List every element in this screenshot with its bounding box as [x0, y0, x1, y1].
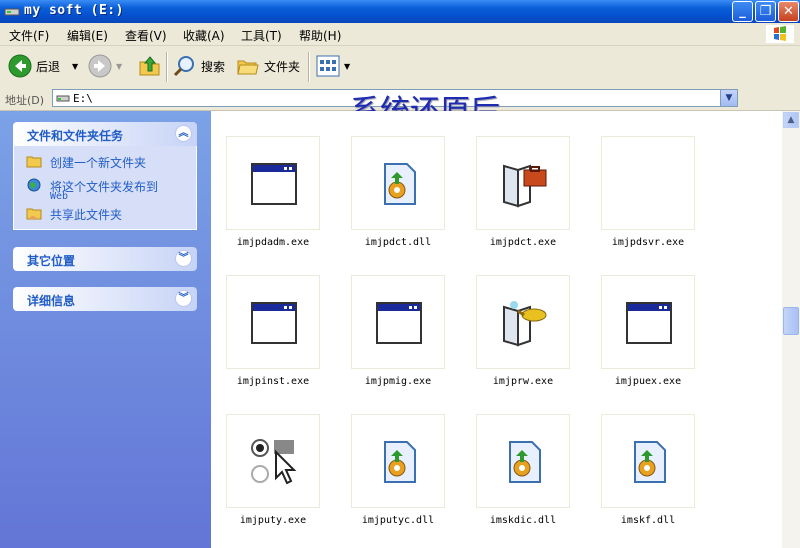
search-label: 搜索 — [201, 59, 226, 74]
window-title: my soft (E:) — [24, 3, 124, 18]
file-tile[interactable] — [601, 275, 695, 369]
forward-button[interactable]: ▼ — [88, 54, 122, 78]
share-folder-icon — [26, 208, 42, 220]
task-sublabel: Web — [50, 191, 69, 202]
file-name: imjpdct.exe — [489, 237, 557, 248]
forward-dropdown-icon[interactable]: ▼ — [116, 62, 122, 71]
minimize-button[interactable]: _ — [732, 1, 753, 22]
dll-gear-icon — [509, 441, 541, 483]
scroll-thumb[interactable] — [783, 307, 799, 335]
file-tile[interactable] — [476, 136, 570, 230]
file-name: imjprw.exe — [492, 376, 554, 387]
file-tile[interactable] — [226, 275, 320, 369]
file-tile[interactable] — [351, 275, 445, 369]
lamp-book-icon — [503, 301, 547, 347]
panel-title: 文件和文件夹任务 — [27, 129, 124, 143]
views-grid-icon — [316, 55, 340, 77]
expand-chevron-icon[interactable]: ︾ — [175, 290, 192, 307]
file-tile[interactable] — [226, 136, 320, 230]
file-name: imskf.dll — [620, 515, 676, 526]
panel-title: 其它位置 — [27, 254, 76, 268]
address-label: 地址(D) — [5, 94, 45, 107]
menu-edit[interactable]: 编辑(E) — [67, 27, 108, 44]
folders-button[interactable]: 文件夹 — [236, 54, 300, 78]
task-share-folder[interactable]: 共享此文件夹 — [14, 202, 196, 226]
scroll-up-button[interactable]: ▲ — [783, 112, 799, 128]
menu-file[interactable]: 文件(F) — [9, 27, 49, 44]
file-name: imjpinst.exe — [236, 376, 310, 387]
application-window-icon — [626, 302, 672, 344]
views-button[interactable]: ▼ — [316, 55, 350, 77]
back-arrow-icon — [8, 54, 32, 78]
file-tile[interactable] — [351, 414, 445, 508]
expand-chevron-icon[interactable]: ︾ — [175, 250, 192, 267]
details-panel: 详细信息 ︾ — [13, 287, 197, 311]
task-label: 共享此文件夹 — [50, 208, 123, 222]
toolbar-separator — [166, 52, 168, 82]
file-tile[interactable] — [601, 136, 695, 230]
panel-header[interactable]: 文件和文件夹任务 ︽ — [13, 122, 197, 146]
toolbar: 后退 ▼ ▼ 搜索 文件夹 ▼ — [0, 46, 800, 89]
globe-icon — [27, 178, 41, 192]
file-name: imjpdadm.exe — [236, 237, 310, 248]
file-tile[interactable] — [351, 136, 445, 230]
task-new-folder[interactable]: 创建一个新文件夹 — [14, 150, 196, 174]
file-name: imjpdct.dll — [364, 237, 432, 248]
panel-header[interactable]: 其它位置 ︾ — [13, 247, 197, 271]
new-folder-icon — [26, 156, 42, 168]
file-tile[interactable] — [601, 414, 695, 508]
folders-icon — [237, 60, 259, 75]
dll-gear-icon — [384, 441, 416, 483]
file-name: imjputyc.dll — [361, 515, 435, 526]
search-button[interactable]: 搜索 — [173, 54, 225, 78]
application-window-icon — [251, 163, 297, 205]
windows-logo-icon — [766, 25, 794, 43]
panel-title: 详细信息 — [27, 294, 76, 308]
file-name: imskdic.dll — [489, 515, 557, 526]
dll-gear-icon — [634, 441, 666, 483]
views-dropdown-icon[interactable]: ▼ — [344, 62, 350, 71]
menu-bar: 文件(F) 编辑(E) 查看(V) 收藏(A) 工具(T) 帮助(H) — [0, 23, 800, 46]
maximize-button[interactable]: ❐ — [755, 1, 776, 22]
application-window-icon — [376, 302, 422, 344]
menu-favorites[interactable]: 收藏(A) — [183, 27, 225, 44]
briefcase-book-icon — [503, 164, 547, 208]
file-tile[interactable] — [476, 275, 570, 369]
application-window-icon — [251, 302, 297, 344]
menu-view[interactable]: 查看(V) — [125, 27, 167, 44]
file-name: imjputy.exe — [239, 515, 307, 526]
task-pane: 文件和文件夹任务 ︽ 创建一个新文件夹 将这个文件夹发布到 Web 共享此文件夹… — [0, 111, 211, 548]
task-label: 创建一个新文件夹 — [50, 156, 147, 170]
file-tile[interactable] — [226, 414, 320, 508]
address-dropdown-icon[interactable]: ▼ — [720, 90, 737, 106]
file-tile[interactable] — [476, 414, 570, 508]
file-name: imjpmig.exe — [364, 376, 432, 387]
menu-help[interactable]: 帮助(H) — [299, 27, 341, 44]
menu-tools[interactable]: 工具(T) — [241, 27, 282, 44]
dll-gear-icon — [384, 163, 416, 205]
file-folder-tasks-panel: 文件和文件夹任务 ︽ 创建一个新文件夹 将这个文件夹发布到 Web 共享此文件夹 — [13, 122, 197, 230]
title-bar: my soft (E:) _ ❐ ✕ — [0, 0, 800, 23]
file-list-view: imjpdadm.exe imjpdct.dll imjpdct.exe imj… — [211, 111, 782, 548]
vertical-scrollbar[interactable]: ▲ — [782, 111, 800, 548]
drive-icon — [56, 95, 70, 102]
back-label: 后退 — [36, 59, 61, 74]
file-name: imjpuex.exe — [614, 376, 682, 387]
search-icon — [173, 56, 194, 77]
panel-header[interactable]: 详细信息 ︾ — [13, 287, 197, 311]
address-value: E:\ — [73, 92, 93, 105]
up-folder-icon[interactable] — [138, 54, 162, 78]
back-dropdown-icon[interactable]: ▼ — [72, 62, 78, 71]
file-name: imjpdsvr.exe — [611, 237, 685, 248]
other-places-panel: 其它位置 ︾ — [13, 247, 197, 271]
folders-label: 文件夹 — [264, 59, 301, 74]
back-button[interactable]: 后退 ▼ — [8, 54, 78, 78]
toolbar-separator — [308, 52, 310, 82]
radio-cursor-icon — [251, 439, 297, 485]
task-publish-web[interactable]: 将这个文件夹发布到 Web — [14, 174, 196, 202]
close-button[interactable]: ✕ — [778, 1, 799, 22]
forward-arrow-icon — [88, 54, 112, 78]
collapse-chevron-icon[interactable]: ︽ — [175, 125, 192, 142]
drive-icon — [4, 8, 20, 16]
